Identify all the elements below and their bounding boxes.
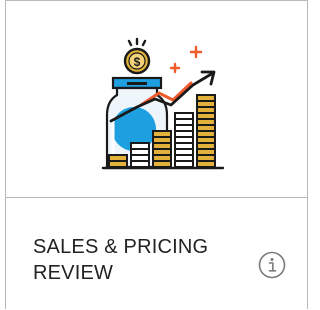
info-button[interactable] (258, 251, 286, 279)
card-title[interactable]: SALES & PRICING REVIEW (33, 234, 243, 286)
svg-text:$: $ (134, 55, 141, 69)
sales-pricing-review-card[interactable]: $ SALES & PRICING REVIEW (5, 0, 308, 309)
info-icon (258, 251, 286, 279)
card-footer: SALES & PRICING REVIEW (6, 199, 307, 310)
card-divider (6, 197, 307, 198)
sales-growth-illustration-icon: $ (101, 37, 225, 170)
card-image: $ (6, 1, 307, 197)
